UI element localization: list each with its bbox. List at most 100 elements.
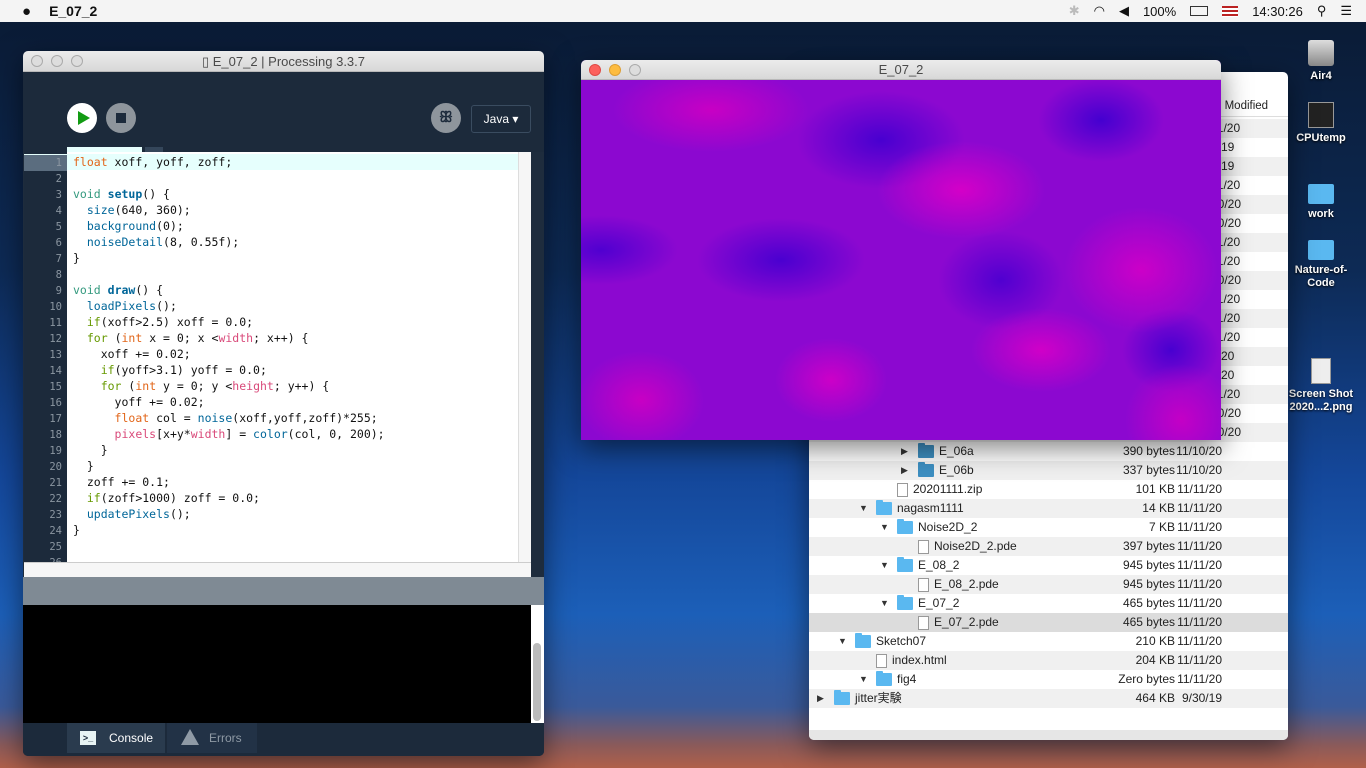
file-row[interactable]: ▼ Sketch07 210 KB 11/11/20 [809, 632, 1288, 651]
flag-icon[interactable] [1222, 5, 1239, 17]
desktop-icon[interactable]: CPUtemp [1281, 102, 1361, 145]
spotlight-search-icon[interactable]: ⚲ [1317, 3, 1327, 19]
code-line[interactable]: 24} [24, 522, 518, 539]
zoom-button[interactable] [71, 55, 83, 67]
debug-button[interactable]: ꕥ [431, 103, 461, 133]
disclosure-triangle-icon[interactable]: ▼ [859, 670, 871, 689]
file-row[interactable]: ▼ E_07_2 465 bytes 11/11/20 [809, 594, 1288, 613]
code-line[interactable]: 25 [24, 538, 518, 555]
noise-canvas[interactable] [581, 80, 1221, 440]
code-line[interactable]: 15 for (int y = 0; y <height; y++) { [24, 378, 518, 395]
zoom-button[interactable] [629, 64, 641, 76]
app-menu[interactable]: E_07_2 [49, 3, 97, 19]
horizontal-scrollbar[interactable] [809, 730, 1288, 740]
line-number: 8 [24, 267, 67, 283]
code-token: yoff += 0.02; [73, 395, 205, 409]
close-button[interactable] [589, 64, 601, 76]
file-row[interactable]: E_07_2.pde 465 bytes 11/11/20 [809, 613, 1288, 632]
code-line[interactable]: 20 } [24, 458, 518, 475]
sketch-title-bar[interactable]: E_07_2 [581, 60, 1221, 80]
disclosure-triangle-icon[interactable]: ▼ [838, 632, 850, 651]
code-line[interactable]: 16 yoff += 0.02; [24, 394, 518, 411]
desktop-icon[interactable]: Nature-of-Code [1281, 234, 1361, 290]
errors-tab[interactable]: Errors [167, 723, 257, 753]
disclosure-triangle-icon[interactable]: ▶ [901, 461, 913, 480]
file-row[interactable]: ▼ nagasm1111 14 KB 11/11/20 [809, 499, 1288, 518]
editor-vertical-scrollbar[interactable] [518, 152, 531, 562]
desktop-icon[interactable]: Screen Shot 2020...2.png [1281, 358, 1361, 414]
code-line[interactable]: 12 for (int x = 0; x <width; x++) { [24, 330, 518, 347]
code-line[interactable]: 8 [24, 266, 518, 283]
minimize-button[interactable] [609, 64, 621, 76]
file-row[interactable]: 20201111.zip 101 KB 11/11/20 [809, 480, 1288, 499]
code-line[interactable]: 3 void setup() { [24, 186, 518, 203]
code-token: ; y++) { [273, 379, 330, 393]
code-line[interactable]: 7} [24, 250, 518, 267]
volume-icon[interactable]: ◀ [1119, 3, 1129, 19]
file-name: E_08_2 [918, 558, 960, 572]
code-line[interactable]: 2 [24, 170, 518, 187]
desktop-icon[interactable]: Air4 [1281, 40, 1361, 83]
editor-horizontal-scrollbar[interactable] [24, 562, 531, 577]
console-tab[interactable]: >_ Console [67, 723, 165, 753]
desktop-icon[interactable]: work [1281, 178, 1361, 221]
file-row[interactable]: ▶ jitter実験 464 KB 9/30/19 [809, 689, 1288, 708]
disclosure-triangle-icon[interactable]: ▶ [817, 689, 829, 708]
wifi-icon[interactable]: ◠ [1094, 3, 1105, 19]
console-output[interactable] [23, 605, 544, 723]
code-line[interactable]: 9 void draw() { [24, 282, 518, 299]
disclosure-triangle-icon[interactable]: ▶ [901, 442, 913, 461]
code-line[interactable]: 11 if(xoff>2.5) xoff = 0.0; [24, 314, 518, 331]
bluetooth-icon[interactable]: ✱ [1069, 3, 1080, 19]
notification-center-icon[interactable]: ☰ [1340, 3, 1352, 19]
apple-menu-icon[interactable]: ● [22, 3, 31, 20]
code-token: ( [121, 379, 136, 393]
code-line[interactable]: 19 } [24, 442, 518, 459]
disclosure-triangle-icon[interactable]: ▼ [880, 518, 892, 537]
file-row[interactable]: Noise2D_2.pde 397 bytes 11/11/20 [809, 537, 1288, 556]
scroll-thumb[interactable] [533, 643, 541, 721]
file-row[interactable]: E_08_2.pde 945 bytes 11/11/20 [809, 575, 1288, 594]
date-modified: 11/11/20 [1177, 482, 1222, 496]
clock[interactable]: 14:30:26 [1252, 4, 1303, 19]
code-line[interactable]: 4 size(640, 360); [24, 202, 518, 219]
code-line[interactable]: 17 float col = noise(xoff,yoff,zoff)*255… [24, 410, 518, 427]
code-token: x = 0; x < [142, 331, 219, 345]
code-line[interactable]: 21 zoff += 0.1; [24, 474, 518, 491]
date-modified: 11/11/20 [1177, 634, 1222, 648]
line-number: 6 [24, 235, 67, 251]
battery-percent[interactable]: 100% [1143, 4, 1176, 19]
code-token: draw [107, 283, 136, 297]
file-row[interactable]: index.html 204 KB 11/11/20 [809, 651, 1288, 670]
code-line[interactable]: 10 loadPixels(); [24, 298, 518, 315]
file-row[interactable]: ▼ fig4 Zero bytes 11/11/20 [809, 670, 1288, 689]
file-row[interactable]: ▼ Noise2D_2 7 KB 11/11/20 [809, 518, 1288, 537]
code-line[interactable]: 26 [24, 554, 518, 562]
code-editor[interactable]: 1 float xoff, yoff, zoff; 2 3 void setup() {… [24, 152, 531, 562]
code-line[interactable]: 6 noiseDetail(8, 0.55f); [24, 234, 518, 251]
code-line[interactable]: 14 if(yoff>3.1) yoff = 0.0; [24, 362, 518, 379]
disclosure-triangle-icon[interactable]: ▼ [859, 499, 871, 518]
stop-button[interactable] [106, 103, 136, 133]
console-scrollbar[interactable] [531, 605, 544, 723]
code-line[interactable]: 5 background(0); [24, 218, 518, 235]
code-token: for [86, 331, 108, 345]
code-line[interactable]: 23 updatePixels(); [24, 506, 518, 523]
file-row[interactable]: ▼ E_08_2 945 bytes 11/11/20 [809, 556, 1288, 575]
mode-selector[interactable]: Java ▾ [471, 105, 531, 133]
disclosure-triangle-icon[interactable]: ▼ [880, 556, 892, 575]
run-button[interactable] [67, 103, 97, 133]
title-bar[interactable]: ▯ E_07_2 | Processing 3.3.7 [23, 51, 544, 72]
close-button[interactable] [31, 55, 43, 67]
file-row[interactable]: ▶ E_06b 337 bytes 11/10/20 [809, 461, 1288, 480]
code-line[interactable]: 18 pixels[x+y*width] = color(col, 0, 200… [24, 426, 518, 443]
date-modified-header[interactable]: e Modified [1215, 96, 1268, 117]
disclosure-triangle-icon[interactable]: ▼ [880, 594, 892, 613]
file-size: 7 KB [1148, 520, 1175, 534]
file-row[interactable]: ▶ E_06a 390 bytes 11/10/20 [809, 442, 1288, 461]
minimize-button[interactable] [51, 55, 63, 67]
code-line[interactable]: 13 xoff += 0.02; [24, 346, 518, 363]
code-line[interactable]: 1 float xoff, yoff, zoff; [24, 154, 518, 171]
code-line[interactable]: 22 if(zoff>1000) zoff = 0.0; [24, 490, 518, 507]
